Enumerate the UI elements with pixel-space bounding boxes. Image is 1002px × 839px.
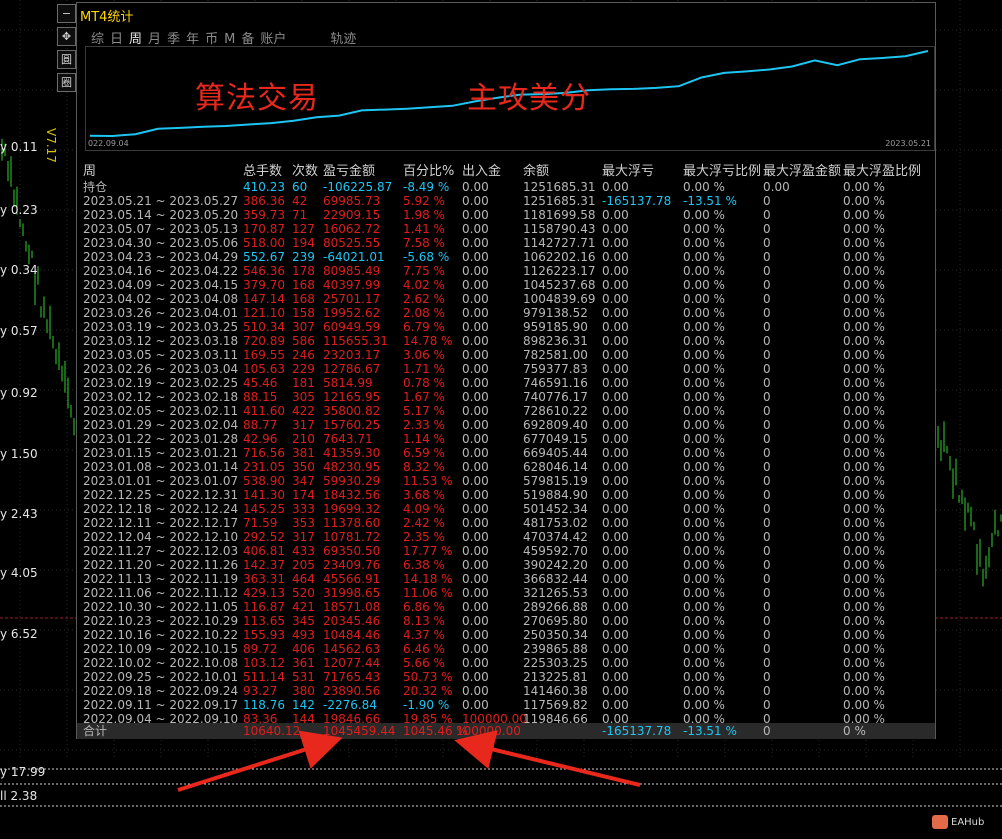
arrow-left — [177, 730, 343, 792]
bottom-level-label: ll 2.38 — [0, 789, 38, 803]
arrow-right — [454, 730, 641, 787]
bottom-level-label: y 17.99 — [0, 765, 46, 779]
annotation-arrows — [177, 730, 641, 792]
eahub-logo-icon — [932, 815, 948, 829]
watermark-text: EAHub — [951, 817, 985, 828]
watermark: EAHub — [932, 815, 984, 829]
